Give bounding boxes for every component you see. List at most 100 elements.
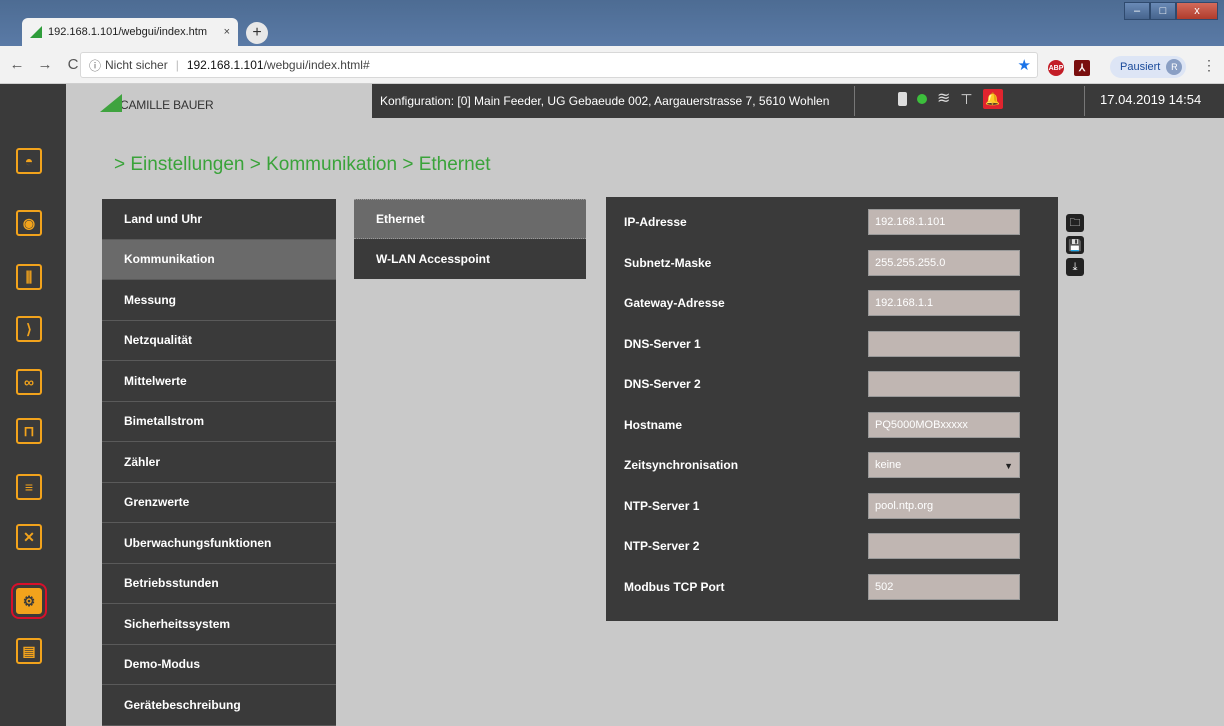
submenu-item-ethernet[interactable]: Ethernet <box>354 199 586 239</box>
form-row: DNS-Server 2 <box>606 365 1058 406</box>
tab-title: 192.168.1.101/webgui/index.htm <box>48 26 208 38</box>
tools-icon[interactable]: ✕ <box>16 524 42 550</box>
form-row: Gateway-Adresse 192.168.1.1 <box>606 284 1058 325</box>
new-tab-button[interactable]: + <box>246 22 268 44</box>
menu-item-land-und-uhr[interactable]: Land und Uhr <box>102 199 336 240</box>
status-icons: ≋ ⊤ 🔔 <box>898 89 1003 109</box>
header-divider <box>1084 86 1085 116</box>
dns-server-2-field[interactable] <box>868 371 1020 397</box>
settings-menu: Land und Uhr Kommunikation Messung Netzq… <box>102 199 336 726</box>
event-icon[interactable]: ⊓ <box>16 418 42 444</box>
save-icon[interactable]: 💾 <box>1066 236 1084 254</box>
favicon-icon <box>30 26 42 38</box>
form-row: DNS-Server 1 <box>606 325 1058 366</box>
profile-button[interactable]: Pausiert R <box>1110 56 1187 78</box>
settings-icon[interactable]: ⚙ <box>11 583 47 619</box>
subnet-mask-label: Subnetz-Maske <box>624 255 712 270</box>
battery-icon <box>898 92 907 106</box>
menu-item-bimetallstrom[interactable]: Bimetallstrom <box>102 401 336 442</box>
form-row: NTP-Server 2 <box>606 527 1058 568</box>
dns-server-1-field[interactable] <box>868 330 1020 357</box>
pdf-extension-icon[interactable]: ⅄ <box>1074 60 1090 76</box>
adblock-extension-icon[interactable]: ABP <box>1048 60 1064 76</box>
configuration-title: Konfiguration: [0] Main Feeder, UG Gebae… <box>380 94 830 108</box>
modbus-tcp-port-field[interactable]: 502 <box>868 573 1020 600</box>
gateway-address-label: Gateway-Adresse <box>624 296 725 310</box>
maximize-button[interactable]: □ <box>1150 2 1176 20</box>
breadcrumb: > Einstellungen > Kommunikation > Ethern… <box>114 154 491 175</box>
communication-submenu: Ethernet W-LAN Accesspoint <box>354 199 586 279</box>
menu-item-ueberwachungsfunktionen[interactable]: Uberwachungsfunktionen <box>102 523 336 564</box>
list-icon[interactable]: ≡ <box>16 474 42 500</box>
form-row: Modbus TCP Port 502 <box>606 568 1058 609</box>
time-sync-label: Zeitsynchronisation <box>624 458 739 472</box>
waveform-icon[interactable]: ∞ <box>16 369 42 395</box>
icon-sidebar: ◓ ◉ ⫼ ⟩ ∞ ⊓ ≡ ✕ ⚙ ▤ <box>0 118 66 726</box>
submenu-item-wlan-accesspoint[interactable]: W-LAN Accesspoint <box>354 239 586 279</box>
dns-server-1-label: DNS-Server 1 <box>624 336 701 351</box>
menu-item-sicherheitssystem[interactable]: Sicherheitssystem <box>102 604 336 645</box>
profile-label: Pausiert <box>1120 61 1161 73</box>
panel-tools: 🗀 💾 ⤓ <box>1066 214 1084 276</box>
menu-item-netzqualitaet[interactable]: Netzqualität <box>102 320 336 361</box>
menu-item-mittelwerte[interactable]: Mittelwerte <box>102 361 336 402</box>
bar-chart-icon[interactable]: ⫼ <box>16 264 42 290</box>
tab-close-icon[interactable]: × <box>224 26 230 38</box>
menu-item-demo-modus[interactable]: Demo-Modus <box>102 644 336 685</box>
info-icon[interactable]: ⓘ <box>89 57 101 74</box>
url-separator: | <box>175 58 179 72</box>
hostname-field[interactable]: PQ5000MOBxxxxx <box>868 411 1020 438</box>
alarm-bell-icon[interactable]: 🔔 <box>982 89 1003 109</box>
ntp-server-1-label: NTP-Server 1 <box>624 498 700 513</box>
ntp-server-2-label: NTP-Server 2 <box>624 539 700 553</box>
ip-address-field[interactable]: 192.168.1.101 <box>868 209 1020 235</box>
dashboard-icon[interactable]: ◓ <box>16 148 42 174</box>
datetime: 17.04.2019 14:54 <box>1100 92 1202 107</box>
browser-tab[interactable]: 192.168.1.101/webgui/index.htm × <box>22 18 238 46</box>
logo-mark-icon <box>100 94 122 112</box>
dns-server-2-label: DNS-Server 2 <box>624 377 701 391</box>
form-row: Hostname PQ5000MOBxxxxx <box>606 406 1058 447</box>
header-divider <box>854 86 855 116</box>
menu-item-zaehler[interactable]: Zähler <box>102 442 336 483</box>
bookmark-star-icon[interactable]: ★ <box>1018 56 1031 74</box>
security-label: Nicht sicher <box>105 58 168 72</box>
menu-item-grenzwerte[interactable]: Grenzwerte <box>102 482 336 523</box>
forward-button[interactable]: → <box>34 56 56 73</box>
chevron-down-icon: ▼ <box>1004 461 1013 471</box>
logo-text: CAMILLE BAUER <box>120 98 214 112</box>
logo: CAMILLE BAUER <box>66 84 372 118</box>
hostname-label: Hostname <box>624 417 683 432</box>
window-controls: – □ x <box>1124 2 1218 20</box>
browser-tabbar: 192.168.1.101/webgui/index.htm × + – □ x <box>0 0 1224 46</box>
open-folder-icon[interactable]: 🗀 <box>1066 214 1084 232</box>
status-led-icon <box>917 94 927 104</box>
form-row: IP-Adresse 192.168.1.101 <box>606 203 1058 244</box>
time-sync-value: keine <box>875 459 902 471</box>
modbus-tcp-port-label: Modbus TCP Port <box>624 579 725 594</box>
address-toolbar: ← → C ⓘ Nicht sicher | 192.168.1.101 /we… <box>0 46 1224 84</box>
ntp-server-1-field[interactable]: pool.ntp.org <box>868 492 1020 519</box>
ip-address-label: IP-Adresse <box>624 215 687 229</box>
time-sync-select[interactable]: keine ▼ <box>868 452 1020 478</box>
form-row: Subnetz-Maske 255.255.255.0 <box>606 244 1058 285</box>
browser-menu-icon[interactable]: ⋮ <box>1202 57 1216 74</box>
minimize-button[interactable]: – <box>1124 2 1150 20</box>
back-button[interactable]: ← <box>6 56 28 73</box>
form-row: Zeitsynchronisation keine ▼ <box>606 446 1058 487</box>
menu-item-kommunikation[interactable]: Kommunikation <box>102 239 336 280</box>
menu-item-messung[interactable]: Messung <box>102 280 336 321</box>
form-row: NTP-Server 1 pool.ntp.org <box>606 487 1058 528</box>
url-bar[interactable]: ⓘ Nicht sicher | 192.168.1.101 /webgui/i… <box>80 52 1038 78</box>
meter-icon[interactable]: ◉ <box>16 210 42 236</box>
menu-item-betriebsstunden[interactable]: Betriebsstunden <box>102 563 336 604</box>
menu-item-geraetebeschreibung[interactable]: Gerätebeschreibung <box>102 685 336 726</box>
subnet-mask-field[interactable]: 255.255.255.0 <box>868 249 1020 276</box>
ntp-server-2-field[interactable] <box>868 533 1020 559</box>
url-path: /webgui/index.html# <box>263 58 370 72</box>
report-icon[interactable]: ▤ <box>16 638 42 664</box>
download-icon[interactable]: ⤓ <box>1066 258 1084 276</box>
gateway-address-field[interactable]: 192.168.1.1 <box>868 290 1020 316</box>
phasor-icon[interactable]: ⟩ <box>16 316 42 342</box>
close-window-button[interactable]: x <box>1176 2 1218 20</box>
